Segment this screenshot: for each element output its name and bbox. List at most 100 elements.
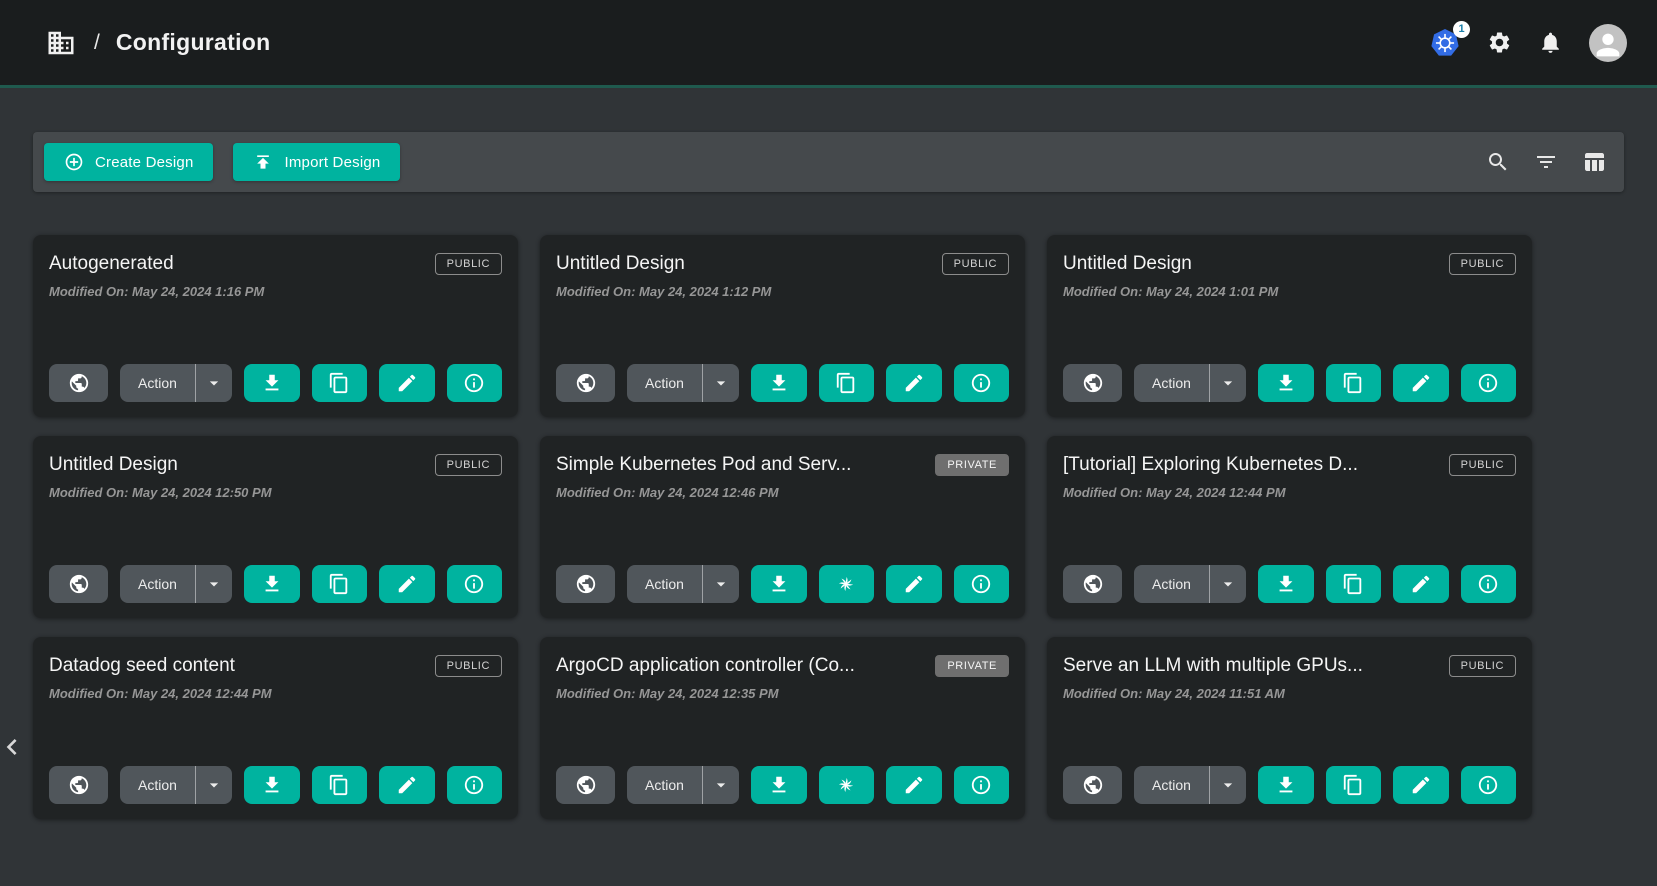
action-button-label[interactable]: Action bbox=[120, 777, 195, 793]
action-dropdown-toggle[interactable] bbox=[703, 775, 739, 795]
design-card: Simple Kubernetes Pod and Serv... PRIVAT… bbox=[540, 436, 1025, 618]
action-dropdown-toggle[interactable] bbox=[703, 373, 739, 393]
import-design-button[interactable]: Import Design bbox=[233, 143, 400, 181]
edit-button[interactable] bbox=[379, 364, 435, 402]
action-button-label[interactable]: Action bbox=[627, 777, 702, 793]
table-view-button[interactable] bbox=[1582, 150, 1606, 174]
edit-button[interactable] bbox=[1393, 565, 1449, 603]
visibility-globe-button[interactable] bbox=[1063, 766, 1122, 804]
action-dropdown-toggle[interactable] bbox=[703, 574, 739, 594]
download-button[interactable] bbox=[244, 364, 300, 402]
download-button[interactable] bbox=[1258, 766, 1314, 804]
clone-button[interactable] bbox=[312, 565, 368, 603]
download-button[interactable] bbox=[1258, 364, 1314, 402]
visibility-globe-button[interactable] bbox=[1063, 364, 1122, 402]
info-button[interactable] bbox=[447, 364, 503, 402]
download-button[interactable] bbox=[751, 565, 807, 603]
search-button[interactable] bbox=[1486, 150, 1510, 174]
create-design-button[interactable]: Create Design bbox=[44, 143, 213, 181]
download-button[interactable] bbox=[1258, 565, 1314, 603]
download-button[interactable] bbox=[244, 766, 300, 804]
visibility-badge: PUBLIC bbox=[1449, 655, 1516, 677]
card-header: Untitled Design PUBLIC bbox=[1063, 251, 1516, 275]
organization-icon[interactable] bbox=[46, 27, 76, 59]
filter-button[interactable] bbox=[1534, 150, 1558, 174]
info-button[interactable] bbox=[954, 565, 1010, 603]
edit-button[interactable] bbox=[886, 766, 942, 804]
info-button[interactable] bbox=[447, 565, 503, 603]
action-dropdown-toggle[interactable] bbox=[196, 373, 232, 393]
download-button[interactable] bbox=[244, 565, 300, 603]
action-button-label[interactable]: Action bbox=[120, 576, 195, 592]
card-title: Serve an LLM with multiple GPUs... bbox=[1063, 653, 1363, 677]
action-split-button[interactable]: Action bbox=[1134, 766, 1246, 804]
action-dropdown-toggle[interactable] bbox=[1210, 373, 1246, 393]
edit-button[interactable] bbox=[379, 766, 435, 804]
edit-button[interactable] bbox=[1393, 766, 1449, 804]
globe-icon bbox=[68, 372, 90, 394]
clone-button[interactable] bbox=[819, 565, 875, 603]
info-button[interactable] bbox=[954, 766, 1010, 804]
visibility-globe-button[interactable] bbox=[556, 565, 615, 603]
upload-icon bbox=[253, 152, 273, 172]
globe-icon bbox=[575, 573, 597, 595]
clone-button[interactable] bbox=[1326, 766, 1382, 804]
info-button[interactable] bbox=[1461, 565, 1517, 603]
action-dropdown-toggle[interactable] bbox=[196, 574, 232, 594]
visibility-globe-button[interactable] bbox=[556, 364, 615, 402]
design-card: Untitled Design PUBLIC Modified On: May … bbox=[33, 436, 518, 618]
action-button-label[interactable]: Action bbox=[627, 375, 702, 391]
visibility-globe-button[interactable] bbox=[49, 364, 108, 402]
edit-button[interactable] bbox=[379, 565, 435, 603]
visibility-globe-button[interactable] bbox=[49, 565, 108, 603]
action-split-button[interactable]: Action bbox=[1134, 565, 1246, 603]
action-button-label[interactable]: Action bbox=[1134, 375, 1209, 391]
clone-button[interactable] bbox=[1326, 565, 1382, 603]
info-button[interactable] bbox=[447, 766, 503, 804]
user-avatar[interactable] bbox=[1589, 24, 1627, 62]
clone-button[interactable] bbox=[1326, 364, 1382, 402]
action-button-label[interactable]: Action bbox=[1134, 576, 1209, 592]
info-button[interactable] bbox=[1461, 364, 1517, 402]
action-button-label[interactable]: Action bbox=[1134, 777, 1209, 793]
context-count-badge: 1 bbox=[1453, 21, 1470, 38]
info-button[interactable] bbox=[1461, 766, 1517, 804]
clone-button[interactable] bbox=[312, 766, 368, 804]
action-split-button[interactable]: Action bbox=[627, 364, 739, 402]
search-icon bbox=[1486, 150, 1510, 174]
edit-button[interactable] bbox=[1393, 364, 1449, 402]
sidebar-collapse-handle[interactable] bbox=[0, 731, 28, 768]
edit-button[interactable] bbox=[886, 364, 942, 402]
download-button[interactable] bbox=[751, 766, 807, 804]
edit-button[interactable] bbox=[886, 565, 942, 603]
edit-pencil-icon bbox=[1410, 573, 1432, 595]
download-button[interactable] bbox=[751, 364, 807, 402]
action-split-button[interactable]: Action bbox=[627, 565, 739, 603]
action-split-button[interactable]: Action bbox=[120, 565, 232, 603]
visibility-globe-button[interactable] bbox=[1063, 565, 1122, 603]
action-split-button[interactable]: Action bbox=[120, 364, 232, 402]
action-button-label[interactable]: Action bbox=[627, 576, 702, 592]
info-button[interactable] bbox=[954, 364, 1010, 402]
clone-button[interactable] bbox=[819, 766, 875, 804]
header-actions: 1 bbox=[1429, 24, 1627, 62]
settings-button[interactable] bbox=[1487, 30, 1512, 55]
visibility-globe-button[interactable] bbox=[556, 766, 615, 804]
page-title: Configuration bbox=[116, 29, 271, 56]
action-split-button[interactable]: Action bbox=[120, 766, 232, 804]
clone-button[interactable] bbox=[312, 364, 368, 402]
action-dropdown-toggle[interactable] bbox=[1210, 775, 1246, 795]
action-dropdown-toggle[interactable] bbox=[1210, 574, 1246, 594]
clone-button[interactable] bbox=[819, 364, 875, 402]
download-icon bbox=[1275, 372, 1297, 394]
download-icon bbox=[261, 774, 283, 796]
card-title: Simple Kubernetes Pod and Serv... bbox=[556, 452, 851, 476]
action-dropdown-toggle[interactable] bbox=[196, 775, 232, 795]
cards-grid: Autogenerated PUBLIC Modified On: May 24… bbox=[33, 235, 1657, 819]
kubernetes-context-button[interactable]: 1 bbox=[1429, 27, 1461, 59]
action-split-button[interactable]: Action bbox=[627, 766, 739, 804]
visibility-globe-button[interactable] bbox=[49, 766, 108, 804]
action-button-label[interactable]: Action bbox=[120, 375, 195, 391]
action-split-button[interactable]: Action bbox=[1134, 364, 1246, 402]
notifications-button[interactable] bbox=[1538, 30, 1563, 55]
